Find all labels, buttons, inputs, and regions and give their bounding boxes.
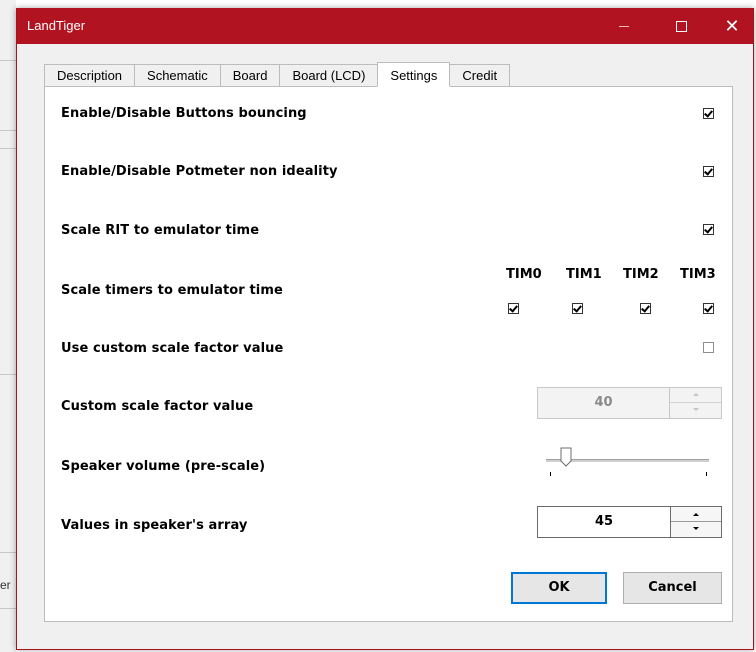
maximize-button[interactable] [659,8,705,44]
custom-scale-value-label: Custom scale factor value [61,399,254,414]
close-button[interactable]: ✕ [709,8,755,44]
background-divider [0,608,16,609]
tim3-label: TIM3 [680,267,716,282]
potmeter-checkbox[interactable] [703,166,714,177]
speaker-array-increment-button[interactable] [671,507,721,522]
background-window-edge [0,0,16,652]
tab-board-lcd[interactable]: Board (LCD) [279,64,378,86]
arrow-down-icon [693,527,699,530]
scale-timers-label: Scale timers to emulator time [61,283,283,298]
title-bar[interactable]: LandTiger ✕ [17,8,753,44]
custom-scale-spin-buttons [670,387,722,419]
tim0-label: TIM0 [506,267,542,282]
use-custom-scale-checkbox[interactable] [703,342,714,353]
custom-scale-increment-button[interactable] [670,388,721,403]
speaker-array-field[interactable]: 45 [537,506,670,538]
tim2-label: TIM2 [623,267,659,282]
use-custom-scale-label: Use custom scale factor value [61,341,284,356]
tab-board[interactable]: Board [219,64,280,86]
speaker-array-label: Values in speaker's array [61,518,248,533]
tim2-checkbox[interactable] [640,303,651,314]
speaker-array-spin-buttons [670,506,722,538]
speaker-array-decrement-button[interactable] [671,522,721,537]
cancel-button[interactable]: Cancel [623,572,722,604]
arrow-up-icon [692,393,699,396]
slider-tick-max [706,472,707,476]
scale-rit-checkbox[interactable] [703,224,714,235]
tab-settings[interactable]: Settings [377,62,451,87]
maximize-icon [676,21,687,32]
background-divider [0,148,16,149]
tim1-checkbox[interactable] [572,303,583,314]
scale-rit-label: Scale RIT to emulator time [61,223,260,238]
speaker-volume-label: Speaker volume (pre-scale) [61,459,266,474]
background-divider [0,60,16,61]
tab-description[interactable]: Description [44,64,135,86]
tab-credit[interactable]: Credit [450,64,511,86]
tab-bar: Description Schematic Board Board (LCD) … [44,62,511,87]
minimize-icon [619,26,629,27]
custom-scale-value-field[interactable]: 40 [537,387,670,419]
speaker-volume-slider-thumb[interactable] [560,447,572,467]
tim3-checkbox[interactable] [703,303,714,314]
buttons-bouncing-label: Enable/Disable Buttons bouncing [61,106,307,121]
arrow-up-icon [693,513,699,516]
custom-scale-decrement-button[interactable] [670,403,721,418]
speaker-array-spinbox[interactable]: 45 [537,506,722,538]
buttons-bouncing-checkbox[interactable] [703,108,714,119]
background-divider [0,130,16,131]
potmeter-label: Enable/Disable Potmeter non ideality [61,164,338,179]
tab-schematic[interactable]: Schematic [134,64,220,86]
slider-tick-min [550,472,551,476]
background-divider [0,552,16,553]
ok-button[interactable]: OK [511,572,607,604]
tim0-checkbox[interactable] [508,303,519,314]
minimize-button[interactable] [601,8,647,44]
tim1-label: TIM1 [566,267,602,282]
arrow-down-icon [692,408,699,411]
custom-scale-value-spinbox[interactable]: 40 [537,387,722,419]
close-icon: ✕ [724,16,740,36]
background-divider [0,374,16,375]
window-title: LandTiger [27,18,86,33]
background-text-fragment: er [0,578,11,592]
